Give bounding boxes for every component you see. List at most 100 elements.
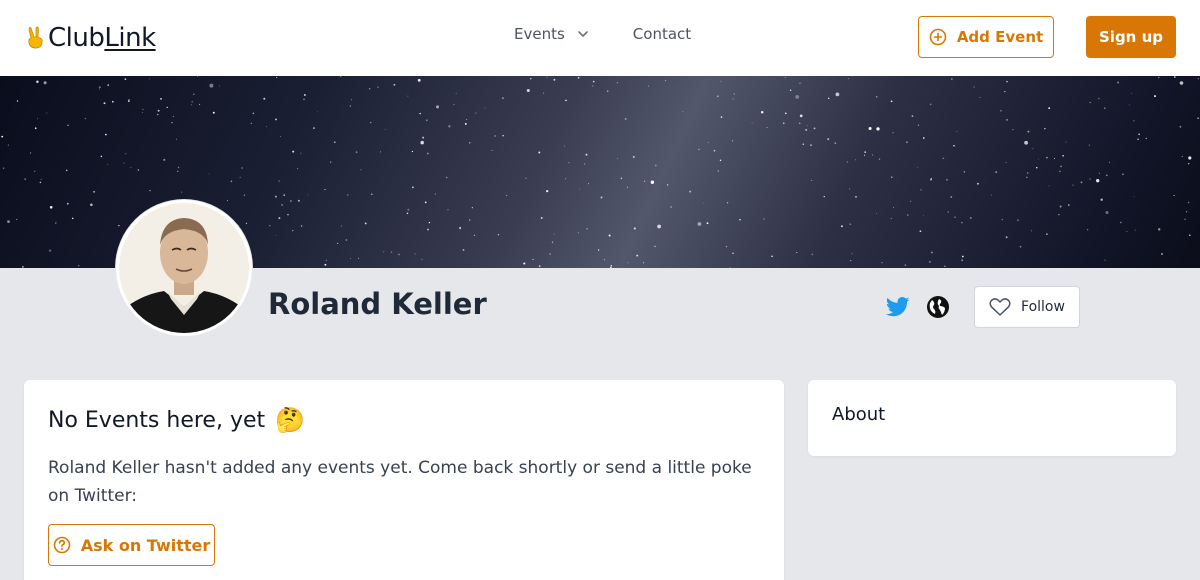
star <box>766 126 768 128</box>
star <box>1059 205 1062 208</box>
star <box>1157 228 1161 231</box>
ask-on-twitter-button[interactable]: Ask on Twitter <box>48 524 215 566</box>
star <box>419 112 421 115</box>
clublink-logo[interactable]: ClubLink <box>26 22 156 54</box>
star <box>633 227 636 230</box>
star <box>275 118 277 121</box>
about-title: About <box>832 404 886 425</box>
star <box>266 126 268 127</box>
add-event-button[interactable]: Add Event <box>918 16 1054 58</box>
star <box>729 266 731 268</box>
star <box>732 252 734 254</box>
star <box>37 118 39 120</box>
star <box>181 191 182 193</box>
star <box>881 262 883 264</box>
star <box>65 169 68 172</box>
star <box>124 78 127 80</box>
star <box>811 179 813 181</box>
chevron-down-icon <box>577 31 588 37</box>
signup-button[interactable]: Sign up <box>1086 16 1176 58</box>
star <box>100 155 103 158</box>
star <box>1060 165 1062 168</box>
star <box>543 92 545 94</box>
logo-text: ClubLink <box>48 23 156 53</box>
star <box>287 214 289 216</box>
twitter-icon[interactable] <box>886 296 910 318</box>
star <box>891 176 893 178</box>
star <box>875 95 878 98</box>
nav-contact-link[interactable]: Contact <box>633 25 691 43</box>
star <box>177 166 180 169</box>
star <box>956 131 958 132</box>
star <box>36 80 39 84</box>
star <box>732 140 733 142</box>
question-circle-icon <box>53 536 71 554</box>
star <box>564 145 565 147</box>
star <box>834 142 837 145</box>
star <box>855 196 857 198</box>
star <box>1065 141 1067 143</box>
star <box>855 159 857 161</box>
star <box>600 196 603 199</box>
star <box>739 218 741 221</box>
star <box>707 141 709 143</box>
star <box>351 99 353 101</box>
events-card: No Events here, yet 🤔 Roland Keller hasn… <box>24 380 784 580</box>
plus-circle-icon <box>929 28 947 46</box>
star <box>339 76 342 77</box>
star <box>1059 170 1061 172</box>
star <box>1145 137 1147 140</box>
star <box>469 219 471 221</box>
star <box>698 148 700 150</box>
star <box>654 164 657 167</box>
star <box>383 251 385 253</box>
star <box>428 221 431 224</box>
star <box>347 194 349 196</box>
star <box>703 202 705 204</box>
star <box>947 211 949 213</box>
follow-button[interactable]: Follow <box>974 286 1080 328</box>
star <box>643 262 645 264</box>
star <box>1001 218 1004 221</box>
star <box>1062 154 1064 157</box>
star <box>283 194 286 196</box>
star <box>667 184 669 186</box>
star <box>911 115 914 117</box>
star <box>654 245 656 248</box>
star <box>71 217 74 220</box>
nav-events-dropdown[interactable]: Events <box>514 25 589 43</box>
star <box>473 234 476 237</box>
star <box>922 137 925 139</box>
star <box>502 135 504 137</box>
star <box>587 183 590 185</box>
star <box>16 219 18 220</box>
star <box>269 225 271 227</box>
star <box>494 135 496 137</box>
star <box>455 92 457 94</box>
star <box>484 107 486 109</box>
star <box>466 119 468 121</box>
star <box>726 202 729 204</box>
star <box>107 163 109 165</box>
thinking-face-icon: 🤔 <box>275 406 306 434</box>
star <box>209 83 214 88</box>
globe-icon[interactable] <box>926 295 950 319</box>
star <box>324 263 327 266</box>
star <box>171 122 173 124</box>
star <box>783 122 785 124</box>
star <box>40 178 42 180</box>
star <box>840 225 843 228</box>
star <box>835 92 840 97</box>
star <box>1024 140 1028 145</box>
star <box>717 170 719 172</box>
star <box>243 194 245 196</box>
star <box>421 258 423 260</box>
star <box>795 95 800 99</box>
star <box>579 188 580 190</box>
star <box>325 259 327 261</box>
star <box>1004 91 1006 93</box>
star <box>1036 166 1038 169</box>
star <box>393 83 396 86</box>
star <box>469 142 471 144</box>
star <box>876 127 880 131</box>
